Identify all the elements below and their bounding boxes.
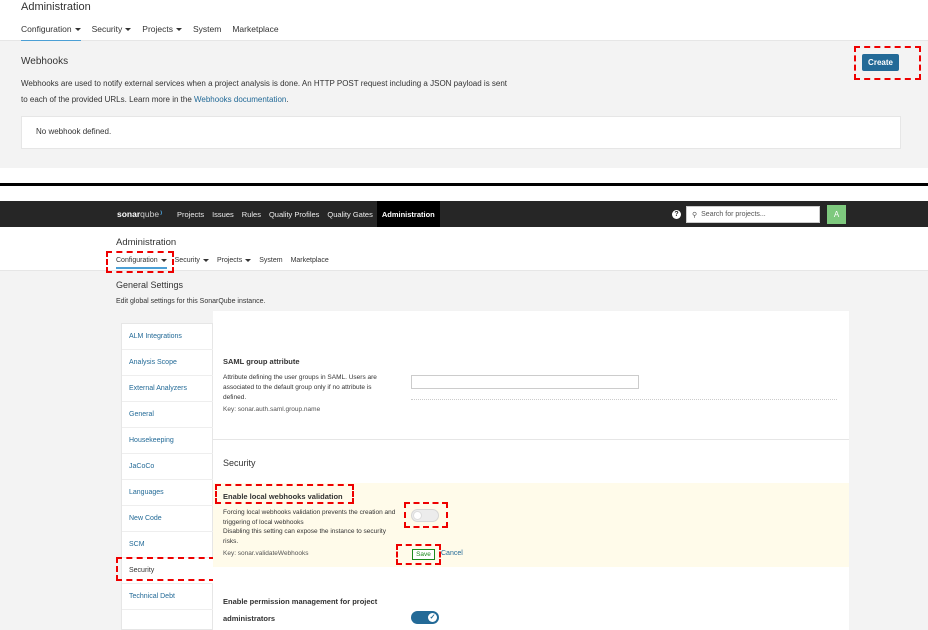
chevron-down-icon <box>125 28 132 32</box>
sidebar-item-external-analyzers[interactable]: External Analyzers <box>122 376 214 402</box>
help-icon[interactable]: ? <box>672 210 681 219</box>
desc-text: . <box>286 95 289 104</box>
general-settings-panel: sonarqube⁾ Projects Issues Rules Quality… <box>0 201 928 630</box>
settings-category-sidebar: ALM Integrations Analysis Scope External… <box>121 323 214 630</box>
toggle-knob <box>413 511 422 520</box>
sidebar-item-languages[interactable]: Languages <box>122 480 214 506</box>
sidebar-item-analysis-scope[interactable]: Analysis Scope <box>122 350 214 376</box>
webhooks-doc-link[interactable]: Webhooks documentation <box>194 95 286 104</box>
nav-label: Security <box>174 257 200 264</box>
webhook-validation-key: Key: sonar.validateWebhooks <box>223 550 309 557</box>
global-navbar: sonarqube⁾ Projects Issues Rules Quality… <box>0 201 928 227</box>
nav-security[interactable]: Security <box>92 24 132 42</box>
page-title: Administration <box>21 1 91 13</box>
sidebar-item-jacoco[interactable]: JaCoCo <box>122 454 214 480</box>
webhook-validation-title: Enable local webhooks validation <box>223 492 343 501</box>
nav-label: Projects <box>142 24 173 34</box>
nav-label: Configuration <box>21 24 72 34</box>
sonarqube-logo[interactable]: sonarqube⁾ <box>117 209 162 220</box>
nav-configuration[interactable]: Configuration <box>21 24 81 42</box>
divider <box>411 399 837 400</box>
permission-management-toggle[interactable]: ✓ <box>411 611 439 624</box>
chevron-down-icon <box>202 258 209 262</box>
logo-text: qube <box>140 209 160 219</box>
webhook-validation-toggle[interactable] <box>411 509 439 522</box>
nav-label: System <box>259 257 283 264</box>
menu-issues[interactable]: Issues <box>208 201 238 227</box>
cancel-button[interactable]: Cancel <box>441 550 463 557</box>
webhook-validation-setting: Enable local webhooks validation Forcing… <box>213 483 849 567</box>
search-icon: ⚲ <box>692 211 698 219</box>
sidebar-item-scm[interactable]: SCM <box>122 532 214 558</box>
chevron-down-icon <box>74 28 81 32</box>
search-placeholder: Search for projects... <box>701 211 766 218</box>
create-button[interactable]: Create <box>862 54 899 71</box>
menu-quality-profiles[interactable]: Quality Profiles <box>265 201 323 227</box>
webhooks-title: Webhooks <box>21 56 69 67</box>
nav-label: Marketplace <box>290 257 329 264</box>
desc-text: to each of the provided URLs. Learn more… <box>21 95 194 104</box>
menu-quality-gates[interactable]: Quality Gates <box>323 201 376 227</box>
sidebar-item-general[interactable]: General <box>122 402 214 428</box>
logo-wave-icon: ⁾ <box>160 209 163 219</box>
global-menu: Projects Issues Rules Quality Profiles Q… <box>173 201 440 227</box>
nav-projects[interactable]: Projects <box>216 257 252 269</box>
logo-text: sonar <box>117 209 141 219</box>
webhooks-list: No webhook defined. <box>21 116 901 149</box>
desc-text: Webhooks are used to notify external ser… <box>21 79 508 88</box>
webhooks-description: Webhooks are used to notify external ser… <box>21 76 581 108</box>
sidebar-item-housekeeping[interactable]: Housekeeping <box>122 428 214 454</box>
webhooks-body: Webhooks Webhooks are used to notify ext… <box>0 41 928 168</box>
page-title: Administration <box>116 237 177 248</box>
security-section-heading: Security <box>223 458 256 468</box>
divider <box>0 183 928 186</box>
divider <box>213 439 849 440</box>
security-highlight-box <box>116 557 215 581</box>
admin-header: Administration Configuration Security Pr… <box>0 0 928 42</box>
nav-label: Marketplace <box>232 24 279 34</box>
menu-projects[interactable]: Projects <box>173 201 208 227</box>
settings-main: SAML group attribute Attribute defining … <box>213 311 849 630</box>
nav-system[interactable]: System <box>193 24 221 42</box>
empty-state-text: No webhook defined. <box>36 127 112 136</box>
nav-marketplace[interactable]: Marketplace <box>291 257 329 269</box>
nav-system[interactable]: System <box>259 257 282 269</box>
general-settings-description: Edit global settings for this SonarQube … <box>116 298 266 305</box>
saml-setting-description: Attribute defining the user groups in SA… <box>223 374 377 401</box>
nav-security[interactable]: Security <box>175 257 209 269</box>
nav-label: System <box>193 24 222 34</box>
saml-group-input[interactable] <box>411 375 639 389</box>
avatar[interactable]: A <box>827 205 846 224</box>
permission-setting-title: Enable permission management for project… <box>223 597 378 623</box>
admin-nav: Configuration Security Projects System M… <box>21 24 279 42</box>
nav-projects[interactable]: Projects <box>142 24 182 42</box>
save-button[interactable]: Save <box>412 549 435 560</box>
webhook-validation-description: Forcing local webhooks validation preven… <box>223 508 397 546</box>
check-icon: ✓ <box>428 613 437 622</box>
chevron-down-icon <box>245 258 252 262</box>
search-input[interactable]: ⚲ Search for projects... <box>686 206 820 223</box>
menu-administration[interactable]: Administration <box>376 201 440 227</box>
menu-rules[interactable]: Rules <box>238 201 265 227</box>
sidebar-item-new-code[interactable]: New Code <box>122 506 214 532</box>
nav-label: Projects <box>216 257 243 264</box>
nav-label: Security <box>91 24 123 34</box>
sidebar-item-technical-debt[interactable]: Technical Debt <box>122 584 214 610</box>
configuration-highlight-box <box>106 251 174 273</box>
desc-text: Disabling this setting can expose the in… <box>223 528 386 545</box>
webhooks-panel: Administration Configuration Security Pr… <box>0 0 928 182</box>
chevron-down-icon <box>176 28 182 32</box>
nav-marketplace[interactable]: Marketplace <box>232 24 278 42</box>
sidebar-item-alm-integrations[interactable]: ALM Integrations <box>122 324 214 350</box>
saml-setting-title: SAML group attribute <box>223 357 300 366</box>
desc-text: Forcing local webhooks validation preven… <box>223 509 396 526</box>
general-settings-title: General Settings <box>116 280 184 290</box>
saml-setting-key: Key: sonar.auth.saml.group.name <box>223 406 321 413</box>
